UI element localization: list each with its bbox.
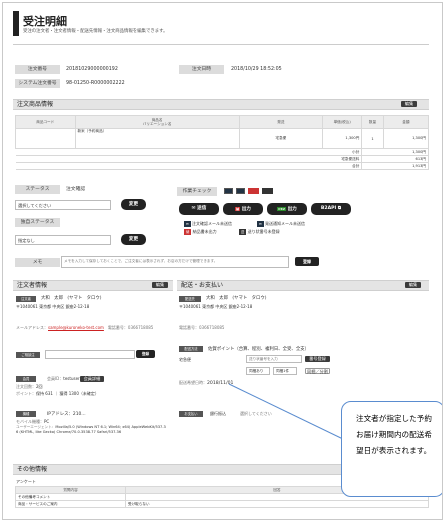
callout-box: 注文者が指定した予約お届け期間内の配送希望日が表示されます。 xyxy=(341,401,442,497)
order-detail-window: 受注明細 受注の注文者・注文者情報・配送先情報・注文商品情報を編集できます。 注… xyxy=(2,2,443,520)
